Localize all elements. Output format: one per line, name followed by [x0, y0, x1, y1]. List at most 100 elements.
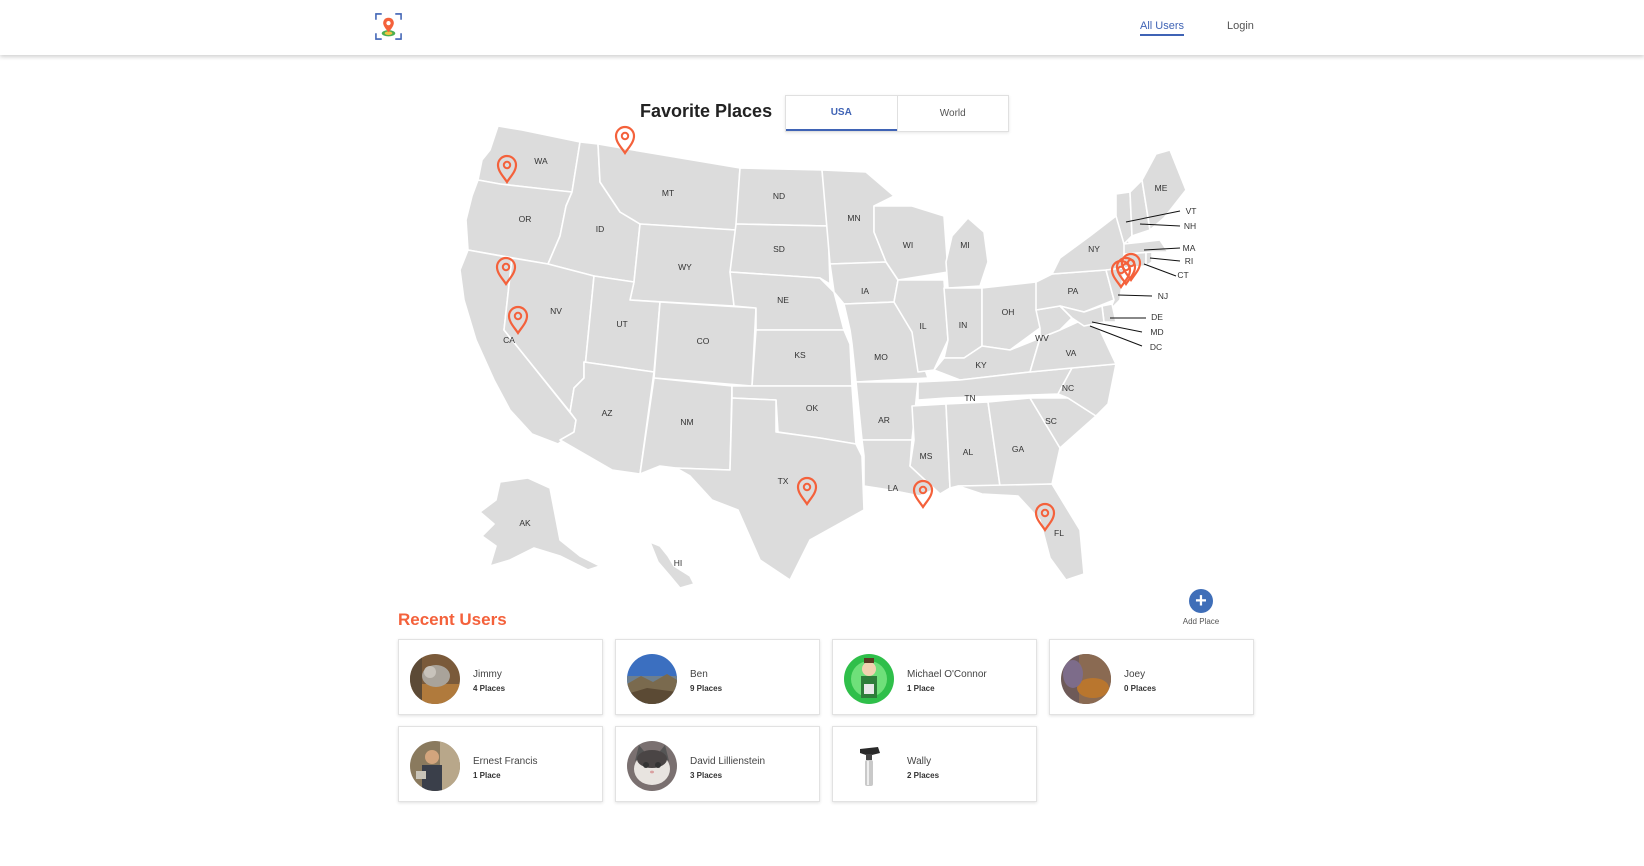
state-ri[interactable] — [1145, 251, 1153, 267]
state-label-ma: MA — [1183, 243, 1196, 253]
add-place-label: Add Place — [1182, 617, 1220, 626]
user-name: David Lillienstein — [690, 756, 766, 767]
state-shapes — [459, 125, 1187, 589]
state-label-in: IN — [959, 320, 968, 330]
state-label-vt: VT — [1186, 206, 1197, 216]
user-card-joey[interactable]: Joey 0 Places — [1049, 639, 1254, 715]
user-name: Jimmy — [473, 669, 502, 680]
state-label-ky: KY — [975, 360, 987, 370]
user-place-count: 2 Places — [907, 771, 940, 780]
user-name: Michael O'Connor — [907, 669, 987, 680]
recent-users-title: Recent Users — [398, 610, 507, 629]
state-label-or: OR — [519, 214, 532, 224]
state-label-la: LA — [888, 483, 899, 493]
state-label-wv: WV — [1035, 333, 1049, 343]
state-label-tx: TX — [778, 476, 789, 486]
state-hi[interactable] — [649, 541, 695, 589]
state-label-md: MD — [1150, 327, 1163, 337]
state-label-mn: MN — [847, 213, 860, 223]
user-place-count: 0 Places — [1124, 684, 1157, 693]
state-label-ks: KS — [794, 350, 806, 360]
avatar — [1061, 654, 1111, 704]
user-card-wally[interactable]: Wally 2 Places — [832, 726, 1037, 802]
state-label-ca: CA — [503, 335, 515, 345]
user-place-count: 3 Places — [690, 771, 723, 780]
top-navbar: All Users Login — [0, 0, 1644, 55]
user-card-jimmy[interactable]: Jimmy 4 Places — [398, 639, 603, 715]
tab-world[interactable]: World — [896, 96, 1008, 131]
usa-map: WA OR CA ID NV MT WY UT AZ CO NM ND SD N… — [459, 125, 1197, 589]
user-name: Joey — [1124, 669, 1146, 680]
user-name: Ben — [690, 669, 708, 680]
state-label-ms: MS — [920, 451, 933, 461]
user-name: Ernest Francis — [473, 756, 538, 767]
state-label-mo: MO — [874, 352, 888, 362]
state-label-co: CO — [697, 336, 710, 346]
state-label-mi: MI — [960, 240, 969, 250]
state-ia[interactable] — [829, 261, 899, 305]
state-label-az: AZ — [602, 408, 613, 418]
state-label-dc: DC — [1150, 342, 1162, 352]
plus-icon[interactable]: + — [1189, 589, 1213, 613]
state-label-ri: RI — [1185, 256, 1194, 266]
user-name: Wally — [907, 756, 932, 767]
state-label-nd: ND — [773, 191, 785, 201]
state-label-sd: SD — [773, 244, 785, 254]
avatar — [410, 654, 460, 704]
avatar — [627, 654, 677, 704]
state-label-ny: NY — [1088, 244, 1100, 254]
state-label-ar: AR — [878, 415, 890, 425]
avatar — [410, 741, 460, 791]
state-label-nc: NC — [1062, 383, 1074, 393]
state-label-nj: NJ — [1158, 291, 1168, 301]
state-label-wa: WA — [534, 156, 548, 166]
state-label-wy: WY — [678, 262, 692, 272]
state-label-sc: SC — [1045, 416, 1057, 426]
state-label-ak: AK — [519, 518, 531, 528]
state-label-wi: WI — [903, 240, 913, 250]
user-place-count: 1 Place — [907, 684, 935, 693]
avatar — [844, 654, 894, 704]
state-label-ok: OK — [806, 403, 819, 413]
user-card-ernest-francis[interactable]: Ernest Francis 1 Place — [398, 726, 603, 802]
user-place-count: 4 Places — [473, 684, 506, 693]
state-label-il: IL — [919, 321, 926, 331]
user-card-ben[interactable]: Ben 9 Places — [615, 639, 820, 715]
user-place-count: 1 Place — [473, 771, 501, 780]
state-label-ia: IA — [861, 286, 869, 296]
state-label-nv: NV — [550, 306, 562, 316]
state-label-nm: NM — [680, 417, 693, 427]
state-label-me: ME — [1155, 183, 1168, 193]
state-label-oh: OH — [1002, 307, 1015, 317]
state-label-de: DE — [1151, 312, 1163, 322]
state-ma[interactable] — [1123, 239, 1169, 255]
region-tabs: USA World — [785, 95, 1009, 132]
state-mi[interactable] — [945, 217, 989, 289]
state-label-fl: FL — [1054, 528, 1064, 538]
user-card-michael-oconnor[interactable]: Michael O'Connor 1 Place — [832, 639, 1037, 715]
state-ak[interactable] — [479, 477, 601, 571]
nav-all-users-link[interactable]: All Users — [1140, 20, 1185, 36]
state-label-tn: TN — [964, 393, 975, 403]
state-label-mt: MT — [662, 188, 674, 198]
avatar — [627, 741, 677, 791]
state-fl[interactable] — [957, 483, 1085, 581]
state-ar[interactable] — [855, 381, 919, 441]
state-label-id: ID — [596, 224, 605, 234]
add-place-button[interactable]: + Add Place — [1178, 589, 1224, 626]
page-title: Favorite Places — [640, 101, 773, 121]
state-label-ct: CT — [1177, 270, 1188, 280]
state-label-ne: NE — [777, 295, 789, 305]
nav-login-link[interactable]: Login — [1227, 20, 1254, 32]
state-label-ut: UT — [616, 319, 627, 329]
user-place-count: 9 Places — [690, 684, 723, 693]
state-label-ga: GA — [1012, 444, 1025, 454]
map-pin-logo-icon[interactable] — [374, 12, 403, 41]
state-label-hi: HI — [674, 558, 683, 568]
state-label-nh: NH — [1184, 221, 1196, 231]
state-label-va: VA — [1066, 348, 1077, 358]
user-card-david-lillienstein[interactable]: David Lillienstein 3 Places — [615, 726, 820, 802]
state-label-al: AL — [963, 447, 974, 457]
state-label-pa: PA — [1068, 286, 1079, 296]
tab-usa[interactable]: USA — [786, 96, 897, 131]
